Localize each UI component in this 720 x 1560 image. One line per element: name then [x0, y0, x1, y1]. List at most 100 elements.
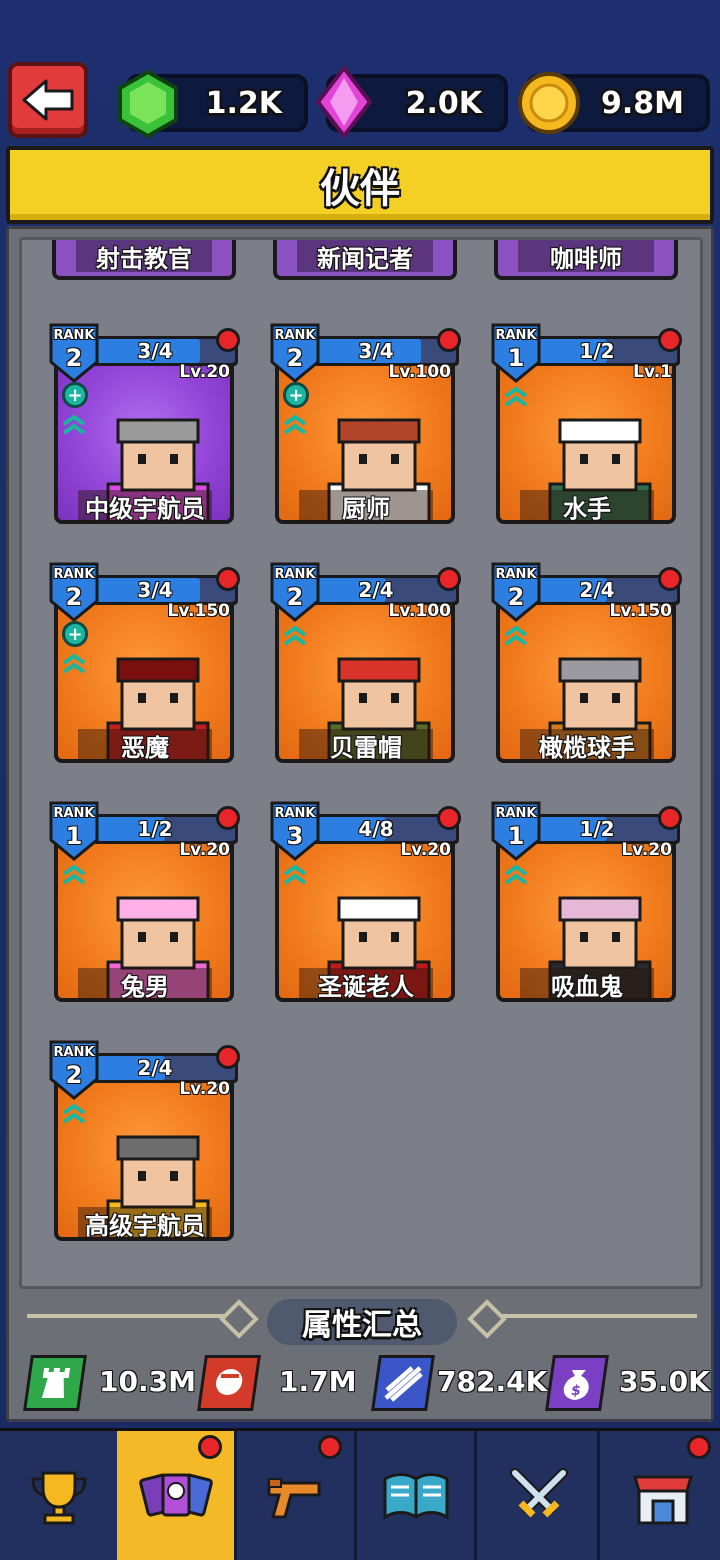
divider: [501, 1314, 697, 1318]
partner-name: 新闻记者: [297, 240, 433, 273]
currency-gold-coin[interactable]: 9.8M: [518, 72, 710, 134]
rank-number: 2: [65, 1061, 83, 1089]
notification-dot: [437, 328, 461, 352]
page-title: 伙伴: [320, 166, 400, 212]
fist-icon: [197, 1355, 261, 1411]
rank-number: 2: [507, 583, 525, 611]
notification-dot: [437, 567, 461, 591]
partner-card[interactable]: 1/2 RANK 1 Lv.1 水手: [491, 322, 682, 528]
stat-attack: 1.7M: [197, 1355, 361, 1415]
stat-auto: 782.4K: [371, 1355, 547, 1415]
partner-card[interactable]: 1/2 RANK 1 Lv.20 兔男: [49, 800, 240, 1006]
partner-name: 贝雷帽: [299, 729, 433, 762]
rank-number: 2: [65, 344, 83, 372]
partner-card-partial[interactable]: 新闻记者: [273, 240, 457, 280]
tab-partners[interactable]: [117, 1431, 237, 1560]
bottom-nav: [0, 1428, 720, 1560]
claw-icon: [371, 1355, 435, 1411]
partner-name: 中级宇航员: [78, 490, 212, 523]
crossed-swords-icon: [509, 1468, 568, 1518]
partner-list[interactable]: 射击教官 新闻记者 咖啡师 3/4 RANK 2 Lv.20 中级宇航员 + 3…: [19, 237, 703, 1289]
page-title-bar: 伙伴: [6, 146, 714, 224]
rank-number: 3: [286, 822, 304, 850]
upgrade-chevron-icon: [504, 625, 528, 646]
level-label: Lv.100: [388, 601, 451, 621]
partner-card-partial[interactable]: 咖啡师: [494, 240, 678, 280]
trophy-icon: [30, 1471, 87, 1525]
rank-label: RANK: [274, 806, 316, 821]
pistol-icon: [267, 1478, 320, 1519]
partner-card[interactable]: 4/8 RANK 3 Lv.20 圣诞老人: [270, 800, 461, 1006]
money-bag-icon: $: [545, 1355, 609, 1411]
partner-name: 吸血鬼: [520, 968, 654, 1001]
upgrade-chevron-icon: [504, 386, 528, 407]
upgrade-chevron-icon: [62, 1103, 86, 1124]
notification-dot: [216, 1045, 240, 1069]
level-label: Lv.100: [388, 362, 451, 382]
rank-number: 1: [507, 344, 525, 372]
notification-dot: [658, 806, 682, 830]
tab-trophy[interactable]: [0, 1431, 120, 1560]
upgrade-chevron-icon: [283, 414, 307, 435]
tab-weapons[interactable]: [237, 1431, 357, 1560]
rank-number: 1: [507, 822, 525, 850]
notification-dot: [216, 567, 240, 591]
partner-name: 射击教官: [76, 240, 212, 273]
pink-crystal-icon: [315, 64, 373, 140]
partner-card[interactable]: 3/4 RANK 2 Lv.20 中级宇航员 +: [49, 322, 240, 528]
plus-icon[interactable]: +: [62, 382, 88, 408]
partner-card[interactable]: 3/4 RANK 2 Lv.100 厨师 +: [270, 322, 461, 528]
partners-panel: 射击教官 新闻记者 咖啡师 3/4 RANK 2 Lv.20 中级宇航员 + 3…: [6, 226, 714, 1422]
rank-label: RANK: [495, 328, 537, 343]
summary-title-text: 属性汇总: [302, 1308, 422, 1343]
notification-dot: [687, 1435, 711, 1459]
partner-card[interactable]: 2/4 RANK 2 Lv.150 橄榄球手: [491, 561, 682, 767]
stat-hp: 10.3M: [23, 1355, 197, 1415]
level-label: Lv.20: [179, 1079, 230, 1099]
partner-card[interactable]: 2/4 RANK 2 Lv.100 贝雷帽: [270, 561, 461, 767]
partner-name: 水手: [520, 490, 654, 523]
partner-name: 橄榄球手: [520, 729, 654, 762]
stat-gold: $ 35.0K: [545, 1355, 710, 1415]
notification-dot: [658, 567, 682, 591]
notification-dot: [658, 328, 682, 352]
level-label: Lv.20: [400, 840, 451, 860]
currency-value: 9.8M: [601, 85, 684, 121]
rank-label: RANK: [274, 328, 316, 343]
rank-label: RANK: [495, 567, 537, 582]
tab-shop[interactable]: [603, 1431, 720, 1560]
upgrade-chevron-icon: [504, 864, 528, 885]
partner-name: 咖啡师: [518, 240, 654, 273]
level-label: Lv.1: [633, 362, 672, 382]
rank-label: RANK: [53, 567, 95, 582]
plus-icon[interactable]: +: [283, 382, 309, 408]
stat-value: 35.0K: [619, 1365, 710, 1398]
book-icon: [383, 1473, 448, 1520]
partner-name: 恶魔: [78, 729, 212, 762]
plus-icon[interactable]: +: [62, 621, 88, 647]
partner-card-partial[interactable]: 射击教官: [52, 240, 236, 280]
partner-card[interactable]: 3/4 RANK 2 Lv.150 恶魔 +: [49, 561, 240, 767]
currency-value: 1.2K: [205, 85, 282, 121]
divider-diamond-icon: [467, 1299, 507, 1339]
tower-icon: [23, 1355, 87, 1411]
partner-card[interactable]: 1/2 RANK 1 Lv.20 吸血鬼: [491, 800, 682, 1006]
currency-green-gem[interactable]: 1.2K: [118, 69, 308, 139]
divider-diamond-icon: [219, 1299, 259, 1339]
partner-name: 圣诞老人: [299, 968, 433, 1001]
notification-dot: [216, 806, 240, 830]
partner-card[interactable]: 2/4 RANK 2 Lv.20 高级宇航员: [49, 1039, 240, 1245]
upgrade-chevron-icon: [62, 414, 86, 435]
level-label: Lv.20: [179, 840, 230, 860]
tab-book[interactable]: [357, 1431, 477, 1560]
rank-number: 2: [286, 344, 304, 372]
back-button[interactable]: [8, 62, 88, 138]
currency-pink-crystal[interactable]: 2.0K: [315, 64, 508, 140]
top-bar: 1.2K 2.0K 9.8M: [0, 60, 720, 140]
notification-dot: [437, 806, 461, 830]
partner-name: 厨师: [299, 490, 433, 523]
stat-value: 10.3M: [99, 1365, 196, 1398]
green-gem-icon: [118, 69, 178, 139]
level-label: Lv.150: [167, 601, 230, 621]
tab-battle[interactable]: [480, 1431, 600, 1560]
